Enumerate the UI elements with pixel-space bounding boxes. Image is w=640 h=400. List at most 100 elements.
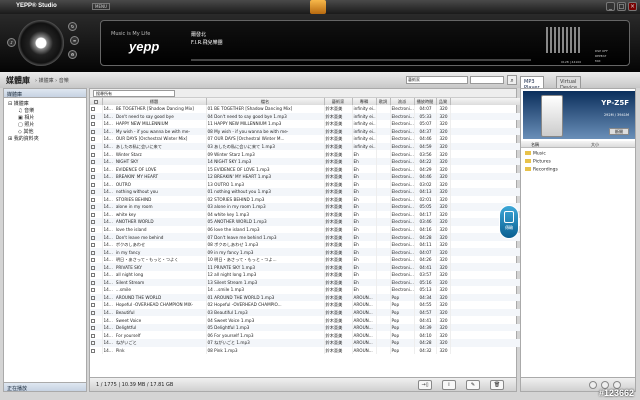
row-checkbox[interactable] bbox=[90, 240, 103, 249]
minimize-button[interactable]: _ bbox=[606, 2, 615, 11]
folder-music[interactable]: Music bbox=[525, 151, 546, 157]
table-row[interactable]: 14... white key 04 white key 1.mp3 鈴木亜美 Eh El… bbox=[90, 210, 537, 219]
table-row[interactable]: 14... あしたの私に会いに来て 03 あしたの私に会いに来て 1.mp3 鈴木亜美… bbox=[90, 142, 537, 151]
table-row[interactable]: 14... love the island 06 love the island 1… bbox=[90, 225, 537, 234]
table-row[interactable]: 14... Delightful 05 Delightful 1.mp3 鈴木亜美 AR… bbox=[90, 323, 537, 332]
select-all-checkbox[interactable] bbox=[93, 100, 98, 104]
filter-select[interactable]: 搜尋所有 bbox=[93, 90, 175, 97]
row-checkbox[interactable] bbox=[90, 248, 103, 256]
row-checkbox[interactable] bbox=[90, 135, 103, 143]
row-checkbox[interactable] bbox=[90, 316, 103, 324]
row-checkbox[interactable] bbox=[90, 346, 103, 355]
col-duration[interactable]: 播放時間 bbox=[414, 98, 437, 105]
sidebar-item-video[interactable]: ▣ 相片 bbox=[4, 114, 86, 121]
table-row[interactable]: 14... Don't need to say good bye 04 Don't … bbox=[90, 112, 537, 121]
sidebar-item-library[interactable]: ⊟ 媒體庫 bbox=[4, 100, 86, 107]
row-checkbox[interactable] bbox=[90, 165, 103, 173]
row-checkbox[interactable] bbox=[90, 271, 103, 279]
table-row[interactable]: 14... HAPPY NEW MILLENNIUM 11 HAPPY NEW MI… bbox=[90, 120, 537, 128]
col-name[interactable]: 名稱 bbox=[531, 142, 539, 148]
edit-button[interactable]: ✎ bbox=[466, 380, 480, 390]
col-quality[interactable]: 品質 bbox=[436, 98, 451, 105]
row-checkbox[interactable] bbox=[90, 127, 103, 136]
mix-label[interactable]: MIX bbox=[595, 59, 608, 64]
table-row[interactable]: 14... alone in my room 03 alone in my room… bbox=[90, 203, 537, 211]
maximize-button[interactable]: □ bbox=[617, 2, 626, 11]
now-playing-tab[interactable]: 正在播放 bbox=[4, 382, 86, 392]
row-checkbox[interactable] bbox=[90, 308, 103, 317]
table-row[interactable]: 14... My wish - if you wanna be with me- 0… bbox=[90, 127, 537, 136]
table-row[interactable]: 14... Beautiful 03 Beautiful 1.mp3 鈴木亜美 AROU… bbox=[90, 308, 537, 317]
row-checkbox[interactable] bbox=[90, 225, 103, 234]
row-checkbox[interactable] bbox=[90, 301, 103, 309]
row-checkbox[interactable] bbox=[90, 293, 103, 302]
row-checkbox[interactable] bbox=[90, 286, 103, 294]
breadcrumb[interactable]: › 媒體庫 › 音樂 bbox=[35, 77, 69, 84]
col-filename[interactable]: 檔名 bbox=[206, 98, 325, 105]
play-disc-icon[interactable] bbox=[18, 20, 64, 66]
col-album[interactable]: 專輯 bbox=[352, 98, 377, 105]
playlist-button[interactable]: ≡ bbox=[70, 36, 79, 45]
row-checkbox[interactable] bbox=[90, 195, 103, 204]
disconnect-button[interactable]: 斷開 bbox=[609, 128, 629, 135]
table-row[interactable]: 14... Pink 08 Pink 1.mp3 鈴木亜美 AROUN... Pop 04:… bbox=[90, 346, 537, 355]
row-checkbox[interactable] bbox=[90, 203, 103, 211]
row-checkbox[interactable] bbox=[90, 172, 103, 181]
table-row[interactable]: 14... Don't leave me behind 07 Don't leave… bbox=[90, 233, 537, 241]
table-row[interactable]: 14... ねがいごと 07 ねがいごと 1.mp3 鈴木亜美 AROUN... Pop 0… bbox=[90, 338, 537, 347]
table-row[interactable]: 14... EVIDENCE OF LOVE 15 EVIDENCE OF LOVE… bbox=[90, 165, 537, 173]
volume-button[interactable]: ♪ bbox=[7, 38, 16, 47]
row-checkbox[interactable] bbox=[90, 210, 103, 219]
close-button[interactable]: × bbox=[628, 2, 637, 11]
table-row[interactable]: 14... ANOTHER WORLD 05 ANOTHER WORLD 1.mp3… bbox=[90, 218, 537, 226]
table-row[interactable]: 14... Winter Starz 09 Winter Starz 1.mp3 鈴木… bbox=[90, 150, 537, 158]
transfer-to-device-button[interactable]: →▯ bbox=[418, 380, 432, 390]
repeat-button[interactable]: ↻ bbox=[68, 22, 77, 31]
table-row[interactable]: 14... BE TOGETHER [Shadow Dancing Mix] 01 … bbox=[90, 105, 537, 113]
row-checkbox[interactable] bbox=[90, 338, 103, 347]
row-checkbox[interactable] bbox=[90, 188, 103, 196]
row-checkbox[interactable] bbox=[90, 157, 103, 166]
seek-bar[interactable] bbox=[191, 59, 531, 61]
table-row[interactable]: 14... STORIES BEHIND 02 STORIES BEHIND 1.m… bbox=[90, 195, 537, 204]
table-row[interactable]: 14... all night long 12 all night long 1.m… bbox=[90, 271, 537, 279]
sidebar-item-other[interactable]: ◇ 其他 bbox=[4, 128, 86, 135]
table-row[interactable]: 14... Silent Stream 13 Silent Stream 1.mp3… bbox=[90, 278, 537, 287]
search-field-select[interactable]: 藝術家 bbox=[406, 76, 468, 84]
refresh-icon[interactable] bbox=[589, 381, 597, 389]
table-row[interactable]: 14... in my fancy 09 in my fancy 1.mp3 鈴木亜美… bbox=[90, 248, 537, 256]
collapse-arrow-icon[interactable] bbox=[310, 0, 326, 14]
row-checkbox[interactable] bbox=[90, 120, 103, 128]
table-row[interactable]: 14... 明日・あさって・もっと・つよく 10 明日・あさって・もっと・つよ...… bbox=[90, 255, 537, 264]
table-row[interactable]: 14... NIGHT SKY 14 NIGHT SKY 1.mp3 鈴木亜美 Eh El… bbox=[90, 157, 537, 166]
table-row[interactable]: 14... nothing without you 01 nothing witho… bbox=[90, 188, 537, 196]
table-row[interactable]: 14... Sweet Voice 04 Sweet Voice 1.mp3 鈴木亜美… bbox=[90, 316, 537, 324]
delete-button[interactable]: 🗑 bbox=[490, 380, 504, 390]
table-row[interactable]: 14... PRIVATE SKY 11 PRIVATE SKY 1.mp3 鈴木亜美… bbox=[90, 263, 537, 272]
col-size[interactable]: 大小 bbox=[591, 142, 599, 148]
table-row[interactable]: 14... OUTRO 13 OUTRO 1.mp3 鈴木亜美 Eh Electroni.… bbox=[90, 180, 537, 189]
row-checkbox[interactable] bbox=[90, 278, 103, 287]
sidebar-item-photos[interactable]: ▢ 照片 bbox=[4, 121, 86, 128]
sidebar-header[interactable]: 媒體庫 bbox=[4, 89, 86, 98]
col-genre[interactable]: 流派 bbox=[390, 98, 415, 105]
row-checkbox[interactable] bbox=[90, 105, 103, 113]
sidebar-item-music[interactable]: ♫ 音樂 bbox=[4, 107, 86, 114]
row-checkbox[interactable] bbox=[90, 142, 103, 151]
sidebar-item-my-folders[interactable]: ⊞ 我的資料夾 bbox=[4, 135, 86, 142]
tab-mp3-player[interactable]: MP3 Player bbox=[520, 76, 544, 91]
row-checkbox[interactable] bbox=[90, 112, 103, 121]
row-checkbox[interactable] bbox=[90, 218, 103, 226]
info-button[interactable]: i bbox=[442, 380, 456, 390]
folder-pictures[interactable]: Pictures bbox=[525, 159, 551, 165]
menu-button[interactable]: MENU bbox=[92, 3, 110, 10]
table-row[interactable]: 14... AROUND THE WORLD 01 AROUND THE WORLD… bbox=[90, 293, 537, 302]
table-row[interactable]: 14... ボクのしあわせ 08 ボクのしあわせ 1.mp3 鈴木亜美 Eh Electr… bbox=[90, 240, 537, 249]
row-checkbox[interactable] bbox=[90, 150, 103, 158]
transfer-button[interactable]: 傳輸 bbox=[499, 205, 519, 239]
search-icon[interactable]: ⌕ bbox=[507, 75, 517, 85]
table-row[interactable]: 14... BREAKIN' MY HEART 12 BREAKIN' MY HEA… bbox=[90, 172, 537, 181]
col-lyrics[interactable]: 歌詞 bbox=[376, 98, 391, 105]
folder-recordings[interactable]: Recordings bbox=[525, 167, 558, 173]
row-checkbox[interactable] bbox=[90, 323, 103, 332]
